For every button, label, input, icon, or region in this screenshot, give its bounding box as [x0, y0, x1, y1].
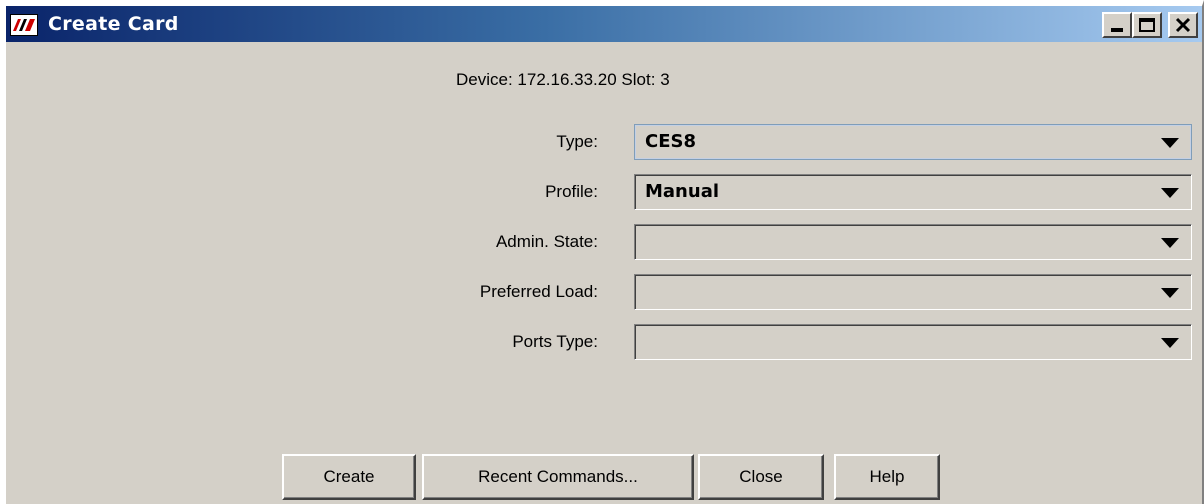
profile-value: Manual [645, 181, 720, 202]
chevron-down-icon [1161, 188, 1179, 198]
app-logo-icon [10, 14, 38, 36]
device-value: 172.16.33.20 [517, 70, 617, 89]
maximize-button[interactable] [1132, 12, 1162, 38]
chevron-down-icon [1161, 338, 1179, 348]
close-window-button[interactable] [1168, 12, 1198, 38]
admin-state-label: Admin. State: [495, 232, 598, 251]
preferred-load-row: Preferred Load: [6, 274, 1202, 310]
title-bar[interactable]: Create Card [6, 6, 1202, 42]
close-button[interactable]: Close [698, 454, 824, 500]
close-icon [1175, 17, 1191, 33]
ports-type-dropdown[interactable] [634, 324, 1192, 360]
slot-label: Slot: [621, 70, 656, 89]
help-button[interactable]: Help [834, 454, 940, 500]
minimize-button[interactable] [1102, 12, 1132, 38]
slot-value: 3 [660, 70, 670, 89]
chevron-down-icon [1161, 238, 1179, 248]
chevron-down-icon [1161, 138, 1179, 148]
create-button[interactable]: Create [282, 454, 416, 500]
ports-type-label: Ports Type: [512, 332, 598, 351]
type-label: Type: [556, 132, 598, 151]
type-value: CES8 [645, 131, 696, 152]
device-label: Device: [456, 70, 513, 89]
window-title: Create Card [48, 13, 179, 35]
admin-state-dropdown[interactable] [634, 224, 1192, 260]
create-card-dialog: Create Card Device: 172.16.33.20 Slot: 3… [0, 0, 1204, 504]
maximize-icon [1139, 18, 1155, 32]
type-row: Type: CES8 [6, 124, 1202, 160]
chevron-down-icon [1161, 288, 1179, 298]
minimize-icon [1111, 28, 1123, 32]
device-info: Device: 172.16.33.20 Slot: 3 [456, 70, 816, 90]
admin-state-row: Admin. State: [6, 224, 1202, 260]
preferred-load-dropdown[interactable] [634, 274, 1192, 310]
ports-type-row: Ports Type: [6, 324, 1202, 360]
type-dropdown[interactable]: CES8 [634, 124, 1192, 160]
recent-commands-button[interactable]: Recent Commands... [422, 454, 694, 500]
profile-row: Profile: Manual [6, 174, 1202, 210]
profile-dropdown[interactable]: Manual [634, 174, 1192, 210]
profile-label: Profile: [545, 182, 598, 201]
preferred-load-label: Preferred Load: [479, 282, 598, 301]
